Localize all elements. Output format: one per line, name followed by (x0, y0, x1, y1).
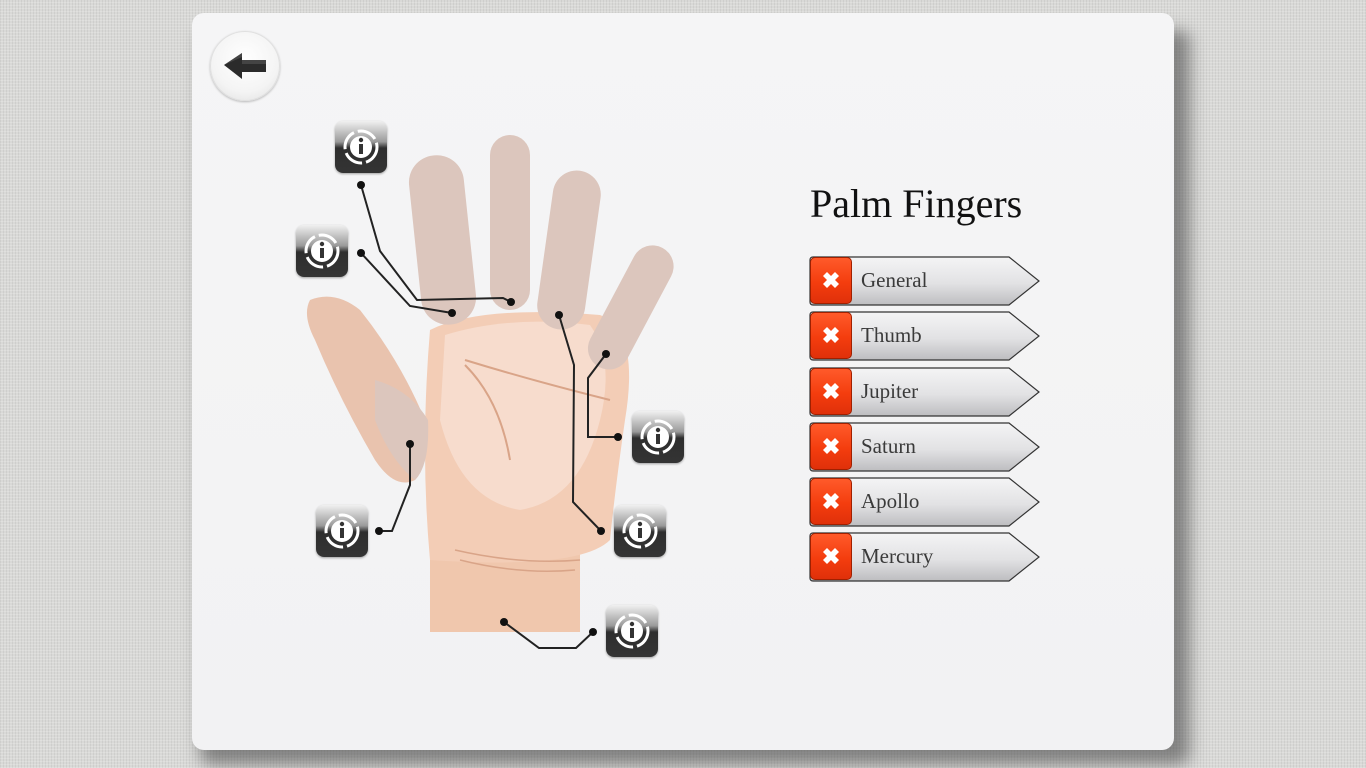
status-incomplete (810, 257, 852, 304)
hand-diagram (306, 135, 674, 649)
section-item-label: Thumb (861, 323, 922, 348)
status-incomplete (810, 422, 852, 470)
info-icon (622, 513, 658, 549)
info-button-thumb[interactable] (316, 505, 368, 557)
section-item-jupiter[interactable]: Jupiter (809, 366, 1041, 417)
status-incomplete (810, 367, 852, 415)
close-x-icon (823, 493, 839, 510)
arrow-left-icon (224, 53, 266, 79)
close-x-icon (823, 272, 839, 288)
section-item-label: Jupiter (861, 378, 919, 403)
status-incomplete (810, 533, 852, 581)
info-button-saturn[interactable] (335, 121, 387, 173)
close-x-icon (823, 548, 839, 565)
info-icon (640, 419, 676, 455)
section-list: General Thumb Jupiter Saturn Apollo Merc… (809, 256, 1041, 588)
info-icon (343, 129, 379, 165)
hand-illustration (306, 135, 674, 632)
section-item-mercury[interactable]: Mercury (809, 532, 1041, 583)
section-item-apollo[interactable]: Apollo (809, 477, 1041, 527)
info-button-apollo[interactable] (614, 505, 666, 557)
section-item-label: Apollo (861, 489, 920, 514)
close-x-icon (823, 327, 839, 344)
info-icon (614, 613, 650, 649)
status-incomplete (810, 312, 852, 360)
section-item-saturn[interactable]: Saturn (809, 422, 1041, 472)
info-icon (304, 233, 340, 269)
info-button-mercury[interactable] (632, 411, 684, 463)
back-button[interactable] (210, 31, 280, 101)
section-item-general[interactable]: General (809, 256, 1041, 306)
info-button-jupiter[interactable] (296, 225, 348, 277)
section-item-label: Saturn (861, 433, 916, 458)
info-button-wrist[interactable] (606, 605, 658, 657)
close-x-icon (823, 382, 839, 399)
section-item-thumb[interactable]: Thumb (809, 311, 1041, 361)
page-title: Palm Fingers (810, 181, 1023, 226)
close-x-icon (823, 437, 839, 454)
section-item-label: Mercury (861, 544, 934, 569)
info-icon (324, 513, 360, 549)
status-incomplete (810, 478, 852, 526)
section-item-label: General (861, 268, 928, 292)
